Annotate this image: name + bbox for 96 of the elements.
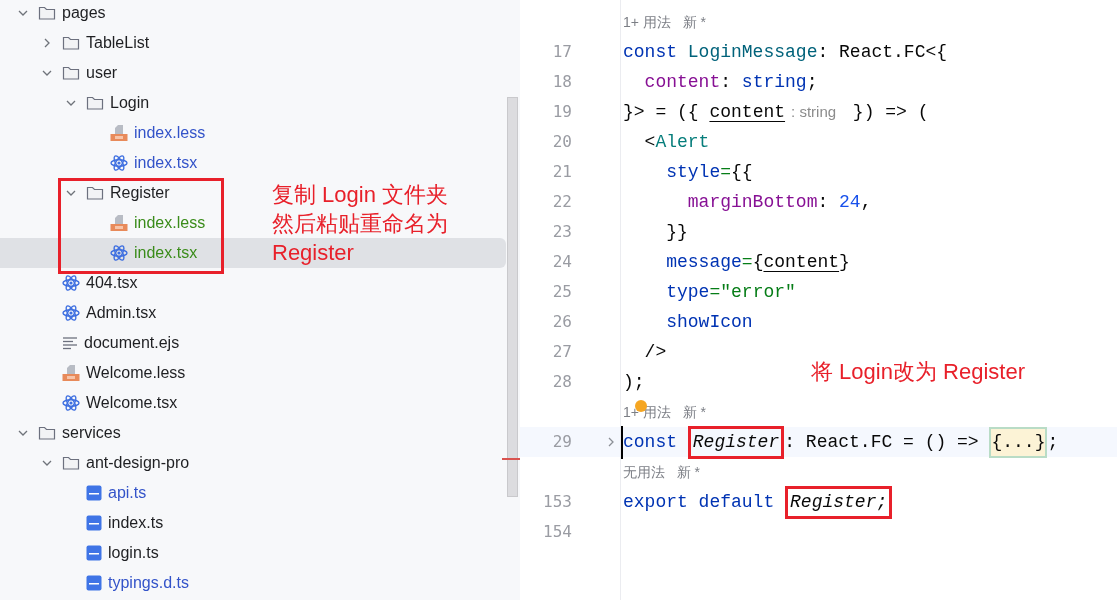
typescript-file-icon (86, 515, 102, 531)
tree-item[interactable]: index.less (88, 118, 206, 148)
text-file-icon (62, 336, 78, 350)
file-name: Login (110, 93, 150, 113)
tree-item[interactable]: pages (16, 0, 106, 28)
code-line: const Register : React.FC = () => {...}; (621, 425, 1059, 459)
folder-icon (86, 95, 104, 111)
file-name: Register (110, 183, 170, 203)
typescript-file-icon (86, 545, 102, 561)
folder-icon (62, 455, 80, 471)
scrollbar[interactable] (507, 97, 518, 497)
folder-icon (86, 185, 104, 201)
tree-item[interactable]: typings.d.ts (64, 568, 189, 598)
code-line: marginBottom: 24, (686, 190, 872, 214)
line-number: 18 (552, 71, 572, 93)
file-name: TableList (86, 33, 150, 53)
code-line: ); (623, 370, 645, 394)
file-name: user (86, 63, 118, 83)
line-number: 19 (552, 101, 572, 123)
folder-icon (38, 5, 56, 21)
line-number: 154 (543, 521, 572, 543)
code-line: }} (665, 220, 688, 244)
file-name: pages (62, 3, 106, 23)
less-file-icon (62, 364, 80, 382)
line-number: 26 (552, 311, 572, 333)
line-number: 29 (552, 431, 572, 453)
annotation-text: Register (272, 239, 355, 267)
tree-item[interactable]: Admin.tsx (40, 298, 157, 328)
line-number: 20 (552, 131, 572, 153)
typescript-file-icon (86, 485, 102, 501)
file-name: ant-design-pro (86, 453, 190, 473)
annotation-text: 将 Login改为 Register (811, 358, 1025, 386)
folder-icon (62, 65, 80, 81)
fold-chevron-icon[interactable] (606, 436, 616, 448)
code-line: /> (643, 340, 667, 364)
atom-icon (62, 274, 80, 292)
line-number: 25 (552, 281, 572, 303)
atom-icon (62, 394, 80, 412)
file-name: login.ts (108, 543, 159, 563)
tree-item[interactable]: user (40, 58, 118, 88)
tree-item[interactable]: document.ejs (40, 328, 180, 358)
tree-item[interactable]: Welcome.less (40, 358, 186, 388)
file-name: index.tsx (134, 243, 198, 263)
code-line: type="error" (665, 280, 796, 304)
tree-item[interactable]: Welcome.tsx (40, 388, 178, 418)
file-name: api.ts (108, 483, 147, 503)
file-name: document.ejs (84, 333, 180, 353)
file-name: Admin.tsx (86, 303, 157, 323)
tree-item[interactable]: api.ts (64, 478, 147, 508)
code-line: }> = ({ content : string }) => ( (623, 100, 929, 124)
code-line: const LoginMessage: React.FC<{ (623, 40, 948, 64)
tree-item[interactable]: 404.tsx (40, 268, 138, 298)
tree-item[interactable]: services (16, 418, 121, 448)
line-number: 153 (543, 491, 572, 513)
atom-icon (110, 154, 128, 172)
typescript-file-icon (86, 575, 102, 591)
code-line: style={{ (665, 160, 753, 184)
line-number: 23 (552, 221, 572, 243)
usage-hint[interactable]: 1+ 用法 新 * (623, 11, 706, 33)
tree-item[interactable]: ant-design-pro (40, 448, 190, 478)
file-name: services (62, 423, 121, 443)
tree-item[interactable]: index.ts (64, 508, 164, 538)
file-name: index.ts (108, 513, 164, 533)
atom-icon (62, 304, 80, 322)
line-number: 17 (552, 41, 572, 63)
line-number: 22 (552, 191, 572, 213)
atom-icon (110, 244, 128, 262)
line-number: 21 (552, 161, 572, 183)
code-line: export default Register; (623, 485, 893, 519)
code-line: showIcon (665, 310, 753, 334)
line-number: 24 (552, 251, 572, 273)
code-line: <Alert (643, 130, 710, 154)
less-file-icon (110, 214, 128, 232)
file-name: index.tsx (134, 153, 198, 173)
tree-item[interactable]: TableList (40, 28, 150, 58)
tree-item[interactable]: login.ts (64, 538, 159, 568)
code-line: content: string; (643, 70, 818, 94)
file-name: Welcome.less (86, 363, 186, 383)
annotation-text: 然后粘贴重命名为 (272, 210, 449, 238)
folder-icon (38, 425, 56, 441)
less-file-icon (110, 124, 128, 142)
file-name: typings.d.ts (108, 573, 189, 593)
code-line: message={content} (665, 250, 850, 274)
file-name: Welcome.tsx (86, 393, 178, 413)
annotation-text: 复制 Login 文件夹 (272, 181, 449, 209)
file-name: index.less (134, 123, 206, 143)
file-name: index.less (134, 213, 206, 233)
tree-item[interactable]: Login (64, 88, 150, 118)
line-number: 27 (552, 341, 572, 363)
file-name: 404.tsx (86, 273, 138, 293)
line-number: 28 (552, 371, 572, 393)
tree-item[interactable]: index.tsx (88, 148, 198, 178)
usage-hint[interactable]: 无用法 新 * (623, 461, 700, 483)
tree-item[interactable]: index.less (88, 208, 206, 238)
folder-icon (62, 35, 80, 51)
tree-item[interactable]: Register (64, 178, 170, 208)
